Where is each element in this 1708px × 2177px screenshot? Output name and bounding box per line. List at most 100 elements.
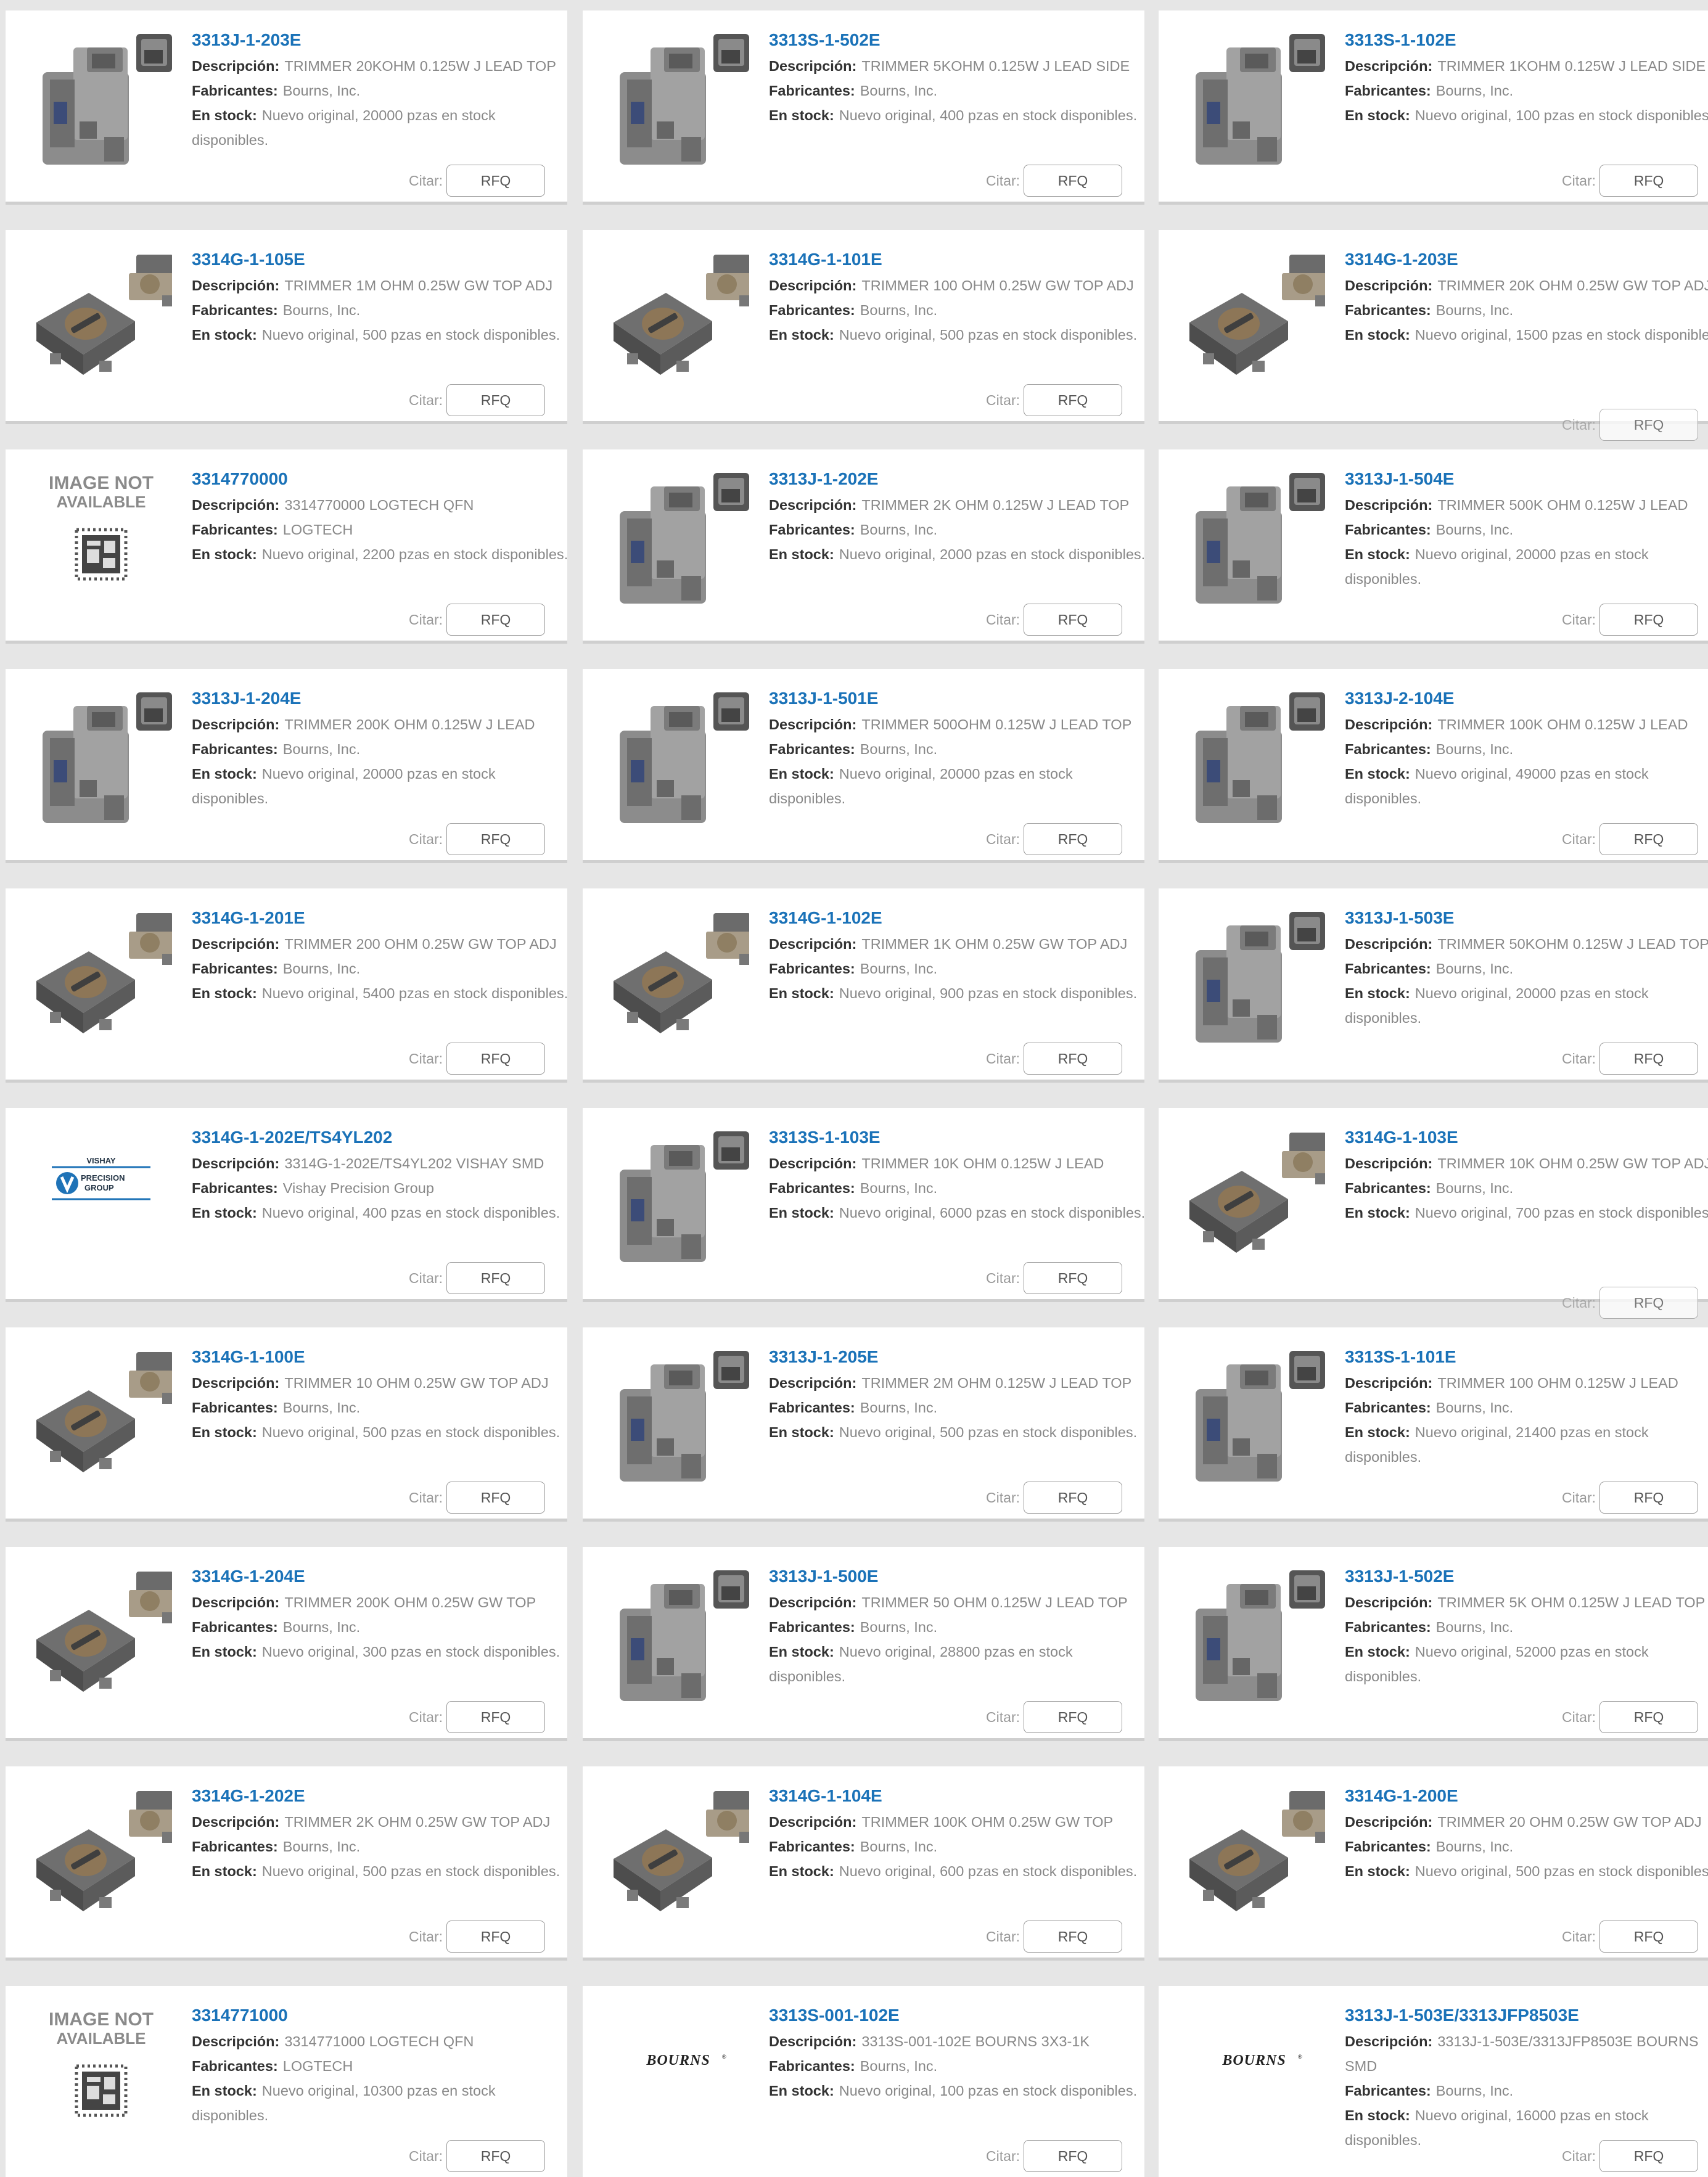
3314-icon[interactable] bbox=[30, 1346, 173, 1488]
part-number-link[interactable]: 3314G-1-101E bbox=[769, 248, 1151, 271]
bourns-logo-icon[interactable]: BOURNS ® bbox=[1183, 2004, 1325, 2146]
part-number-link[interactable]: 3313S-1-103E bbox=[769, 1126, 1151, 1149]
part-number-link[interactable]: 3314G-1-202E/TS4YL202 bbox=[192, 1126, 574, 1149]
3314-icon[interactable] bbox=[1183, 248, 1326, 390]
part-number-link[interactable]: 3314G-1-200E bbox=[1345, 1785, 1708, 1807]
bourns-logo-icon[interactable]: BOURNS ® bbox=[607, 2004, 749, 2146]
rfq-button[interactable]: RFQ bbox=[1599, 165, 1698, 197]
3313-icon[interactable] bbox=[1183, 907, 1325, 1049]
product-card-3313J-1-502E: 3313J-1-502E Descripción: TRIMMER 5K OHM … bbox=[1159, 1547, 1708, 1738]
rfq-button[interactable]: RFQ bbox=[1024, 604, 1122, 636]
rfq-button[interactable]: RFQ bbox=[446, 823, 545, 855]
part-number-link[interactable]: 3313J-1-502E bbox=[1345, 1565, 1708, 1588]
part-number-link[interactable]: 3314G-1-102E bbox=[769, 907, 1151, 929]
rfq-button[interactable]: RFQ bbox=[446, 604, 545, 636]
rfq-button[interactable]: RFQ bbox=[1599, 1043, 1698, 1075]
3313-icon[interactable] bbox=[607, 1565, 749, 1707]
rfq-button[interactable]: RFQ bbox=[1599, 1287, 1698, 1319]
3314-icon[interactable] bbox=[607, 248, 750, 390]
3314-icon[interactable] bbox=[30, 248, 173, 390]
part-number-link[interactable]: 3314771000 bbox=[192, 2004, 574, 2027]
part-number-link[interactable]: 3313J-1-504E bbox=[1345, 468, 1708, 490]
part-number-link[interactable]: 3313J-1-203E bbox=[192, 29, 574, 51]
part-number-link[interactable]: 3313S-1-502E bbox=[769, 29, 1151, 51]
quote-area: Citar: RFQ bbox=[409, 604, 545, 636]
3313-icon[interactable] bbox=[607, 687, 749, 829]
part-number-link[interactable]: 3313S-1-102E bbox=[1345, 29, 1708, 51]
rfq-button[interactable]: RFQ bbox=[1024, 165, 1122, 197]
rfq-button[interactable]: RFQ bbox=[446, 1262, 545, 1294]
rfq-button[interactable]: RFQ bbox=[446, 1043, 545, 1075]
part-number-link[interactable]: 3314770000 bbox=[192, 468, 574, 490]
rfq-button[interactable]: RFQ bbox=[446, 2140, 545, 2172]
3314-icon[interactable] bbox=[30, 907, 173, 1049]
3314-icon[interactable] bbox=[607, 1785, 750, 1927]
part-number-link[interactable]: 3314G-1-100E bbox=[192, 1346, 574, 1368]
3314-icon[interactable] bbox=[30, 1785, 173, 1927]
part-number-link[interactable]: 3314G-1-103E bbox=[1345, 1126, 1708, 1149]
3313-icon[interactable] bbox=[30, 29, 172, 171]
rfq-button[interactable]: RFQ bbox=[1024, 1701, 1122, 1733]
3313-icon[interactable] bbox=[607, 29, 749, 171]
stock-label: En stock: bbox=[192, 1424, 257, 1440]
part-number-link[interactable]: 3313J-1-204E bbox=[192, 687, 574, 710]
rfq-button[interactable]: RFQ bbox=[1024, 1262, 1122, 1294]
rfq-button[interactable]: RFQ bbox=[1599, 2140, 1698, 2172]
rfq-button[interactable]: RFQ bbox=[1024, 2140, 1122, 2172]
part-number-link[interactable]: 3314G-1-203E bbox=[1345, 248, 1708, 271]
part-number-link[interactable]: 3313J-1-503E/3313JFP8503E bbox=[1345, 2004, 1708, 2027]
rfq-button[interactable]: RFQ bbox=[1599, 1701, 1698, 1733]
3314-icon[interactable] bbox=[607, 907, 750, 1049]
3313-icon[interactable] bbox=[607, 1126, 749, 1268]
rfq-button[interactable]: RFQ bbox=[1599, 409, 1698, 441]
3313-icon[interactable] bbox=[1183, 468, 1325, 610]
3313-icon[interactable] bbox=[607, 468, 749, 610]
part-number-link[interactable]: 3313J-1-205E bbox=[769, 1346, 1151, 1368]
rfq-button[interactable]: RFQ bbox=[446, 1482, 545, 1514]
stock-value: Nuevo original, 2200 pzas en stock dispo… bbox=[261, 546, 569, 562]
part-number-link[interactable]: 3314G-1-202E bbox=[192, 1785, 574, 1807]
3313-icon[interactable] bbox=[1183, 687, 1325, 829]
part-number-link[interactable]: 3314G-1-104E bbox=[769, 1785, 1151, 1807]
rfq-button[interactable]: RFQ bbox=[1599, 1921, 1698, 1953]
3313-icon[interactable] bbox=[607, 1346, 749, 1488]
stock-label: En stock: bbox=[1345, 546, 1410, 562]
rfq-button[interactable]: RFQ bbox=[1599, 1482, 1698, 1514]
3313-icon bbox=[43, 692, 172, 823]
rfq-button[interactable]: RFQ bbox=[1024, 1482, 1122, 1514]
part-number-link[interactable]: 3313J-1-503E bbox=[1345, 907, 1708, 929]
manufacturer-label: Fabricantes: bbox=[769, 83, 855, 99]
rfq-button[interactable]: RFQ bbox=[1024, 1043, 1122, 1075]
part-number-link[interactable]: 3314G-1-204E bbox=[192, 1565, 574, 1588]
rfq-button[interactable]: RFQ bbox=[446, 1921, 545, 1953]
3314-icon[interactable] bbox=[30, 1565, 173, 1707]
vishay-logo-icon[interactable]: VISHAY PRECISION GROUP bbox=[30, 1126, 172, 1268]
part-number-link[interactable]: 3313J-1-501E bbox=[769, 687, 1151, 710]
3314-icon[interactable] bbox=[1183, 1785, 1326, 1927]
rfq-button[interactable]: RFQ bbox=[1024, 1921, 1122, 1953]
part-number-link[interactable]: 3313J-1-202E bbox=[769, 468, 1151, 490]
rfq-button[interactable]: RFQ bbox=[1599, 604, 1698, 636]
part-number-link[interactable]: 3313S-1-101E bbox=[1345, 1346, 1708, 1368]
3314-icon[interactable] bbox=[1183, 1126, 1326, 1268]
3313-icon[interactable] bbox=[1183, 1565, 1325, 1707]
description-row: Descripción: TRIMMER 5K OHM 0.125W J LEAD… bbox=[1345, 1590, 1708, 1615]
rfq-button[interactable]: RFQ bbox=[446, 165, 545, 197]
part-number-link[interactable]: 3313J-1-500E bbox=[769, 1565, 1151, 1588]
part-number-link[interactable]: 3313J-2-104E bbox=[1345, 687, 1708, 710]
rfq-button[interactable]: RFQ bbox=[446, 1701, 545, 1733]
part-number-link[interactable]: 3314G-1-105E bbox=[192, 248, 574, 271]
3313-icon[interactable] bbox=[1183, 29, 1325, 171]
part-number-link[interactable]: 3313S-001-102E bbox=[769, 2004, 1151, 2027]
3314-icon bbox=[1189, 255, 1326, 375]
image-not-available-icon[interactable]: IMAGE NOT AVAILABLE bbox=[30, 468, 172, 610]
3313-icon[interactable] bbox=[30, 687, 172, 829]
rfq-button[interactable]: RFQ bbox=[446, 384, 545, 416]
rfq-button[interactable]: RFQ bbox=[1024, 384, 1122, 416]
product-info: 3314G-1-100E Descripción: TRIMMER 10 OHM … bbox=[192, 1346, 574, 1445]
rfq-button[interactable]: RFQ bbox=[1599, 823, 1698, 855]
rfq-button[interactable]: RFQ bbox=[1024, 823, 1122, 855]
part-number-link[interactable]: 3314G-1-201E bbox=[192, 907, 574, 929]
3313-icon[interactable] bbox=[1183, 1346, 1325, 1488]
image-not-available-icon[interactable]: IMAGE NOT AVAILABLE bbox=[30, 2004, 172, 2146]
